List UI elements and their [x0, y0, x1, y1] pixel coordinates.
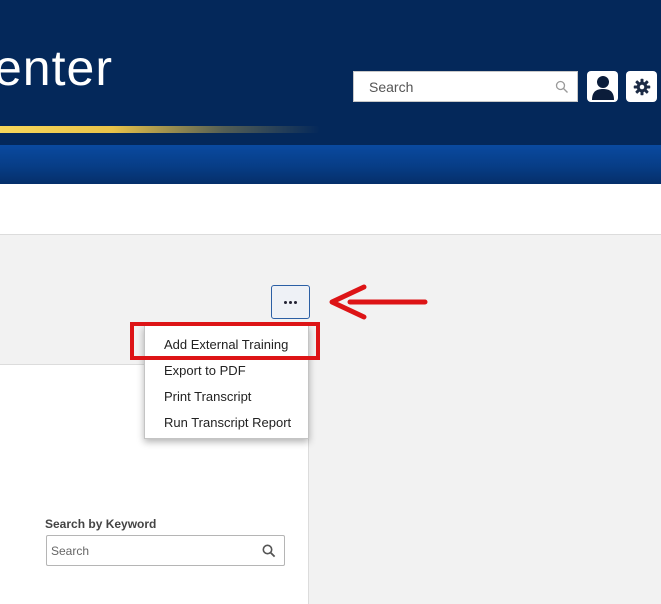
header-search-box[interactable]	[353, 71, 578, 102]
menu-item-add-external-training[interactable]: Add External Training	[145, 332, 308, 358]
keyword-search-box[interactable]	[46, 535, 285, 566]
ellipsis-icon	[284, 300, 297, 304]
menu-item-export-to-pdf[interactable]: Export to PDF	[145, 358, 308, 384]
search-icon[interactable]	[555, 80, 569, 94]
gold-accent-stripe	[0, 126, 320, 133]
keyword-label: Search by Keyword	[45, 517, 157, 531]
page-title-band	[0, 184, 661, 235]
settings-button[interactable]	[626, 71, 657, 102]
menu-item-run-transcript-report[interactable]: Run Transcript Report	[145, 410, 308, 436]
user-profile-button[interactable]	[587, 71, 618, 102]
nav-bar	[0, 145, 661, 184]
header-search-input[interactable]	[369, 78, 555, 95]
user-icon	[591, 75, 614, 100]
gear-icon	[633, 78, 650, 95]
more-actions-button[interactable]	[271, 285, 310, 319]
search-icon[interactable]	[262, 544, 276, 558]
site-header: enter	[0, 0, 661, 145]
site-title: enter	[0, 40, 113, 96]
menu-item-print-transcript[interactable]: Print Transcript	[145, 384, 308, 410]
keyword-search-input[interactable]	[51, 543, 262, 558]
actions-dropdown-menu: Add External Training Export to PDF Prin…	[144, 325, 309, 439]
